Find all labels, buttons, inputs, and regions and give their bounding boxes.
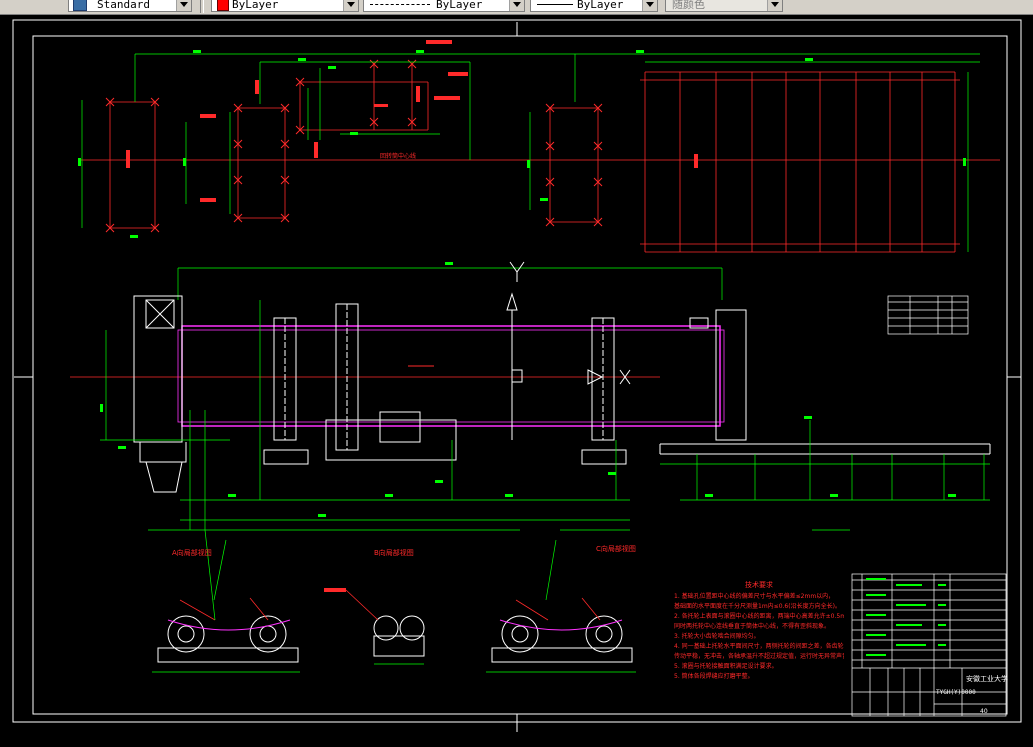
view-a-label: A向局部视图 (172, 549, 212, 557)
lineweight-value: ByLayer (577, 0, 624, 11)
toolbar-separator (200, 0, 204, 13)
chevron-down-icon[interactable] (509, 0, 524, 11)
lineweight-line-icon (537, 4, 573, 5)
view-c-label: C向局部视图 (596, 545, 636, 553)
anchor-bolt-crosses (105, 59, 603, 233)
lineweight-dropdown[interactable]: ByLayer (530, 0, 658, 12)
chevron-down-icon[interactable] (176, 0, 191, 11)
color-swatch-icon (217, 0, 229, 11)
data-table-right (887, 295, 969, 335)
linetype-dash-icon (370, 4, 430, 5)
technical-requirements: 技术要求 1. 基础孔位置距中心线的偏差尺寸与水平偏差≤2mm以内， 基础面的水… (674, 580, 844, 682)
chevron-down-icon[interactable] (642, 0, 657, 11)
view-b-label: B向局部视图 (374, 549, 414, 557)
section-label-1: 回转筒中心线 (380, 152, 416, 160)
title-block-drawing-no: TYGH(Y)0000 (936, 689, 976, 696)
sheet-inner-border (32, 35, 1008, 715)
tech-req-item: 3. 托轮大小齿轮啮合间隙均匀。 (674, 633, 760, 640)
tech-req-item: 同时两托轮中心连线垂直于筒体中心线，不得有歪斜现象。 (674, 623, 831, 630)
plot-style-dropdown[interactable]: 随颜色 (665, 0, 783, 12)
tech-req-item: 5. 筒体各段焊缝应打磨平整。 (674, 673, 754, 680)
plot-style-value: 随颜色 (672, 0, 705, 11)
title-block-sheet: 40 (980, 708, 988, 715)
chevron-down-icon[interactable] (767, 0, 782, 11)
drawing-canvas[interactable]: 回转筒中心线 A向局部视图 B向局部视图 C向局部视图 技术要求 1. 基础孔位… (0, 14, 1033, 747)
text-style-dropdown[interactable]: Standard (68, 0, 192, 12)
top-left-plan-view (80, 64, 1000, 253)
layer-color-value: ByLayer (232, 0, 279, 11)
tech-req-item: 基础面的水平面度在千分尺测量1m内≤0.6(沿长度方向全长)。 (674, 603, 841, 610)
tech-req-item: 2. 各托轮上表面与滚圈中心线的距离，两端中心高差允许±0.5mm。 (674, 613, 844, 620)
properties-toolbar: Standard ByLayer ByLayer ByLayer 随颜色 (0, 0, 1033, 15)
layer-color-dropdown[interactable]: ByLayer (211, 0, 359, 12)
text-style-icon (73, 0, 87, 11)
title-block-school: 安徽工业大学 (966, 675, 1008, 683)
cad-drawing-svg: 回转筒中心线 (12, 19, 1022, 732)
linetype-value: ByLayer (436, 0, 483, 11)
tech-req-item: 5. 滚圈与托轮接触面积满足设计要求。 (674, 663, 778, 670)
tech-req-item: 1. 基础孔位置距中心线的偏差尺寸与水平偏差≤2mm以内， (674, 593, 835, 600)
text-style-value: Standard (97, 0, 150, 11)
top-dimension-lines (81, 53, 980, 252)
chevron-down-icon[interactable] (343, 0, 358, 11)
linetype-dropdown[interactable]: ByLayer (363, 0, 525, 12)
tech-req-item: 传动平稳，无冲击，各轴承温升不超过规定值，运行时无异常声音。 (674, 653, 844, 660)
tech-req-title: 技术要求 (745, 581, 773, 589)
green-dimension-tags (78, 50, 966, 265)
main-elevation-view (70, 261, 991, 531)
tech-req-item: 4. 同一基础上托轮水平面间尺寸，两侧托轮的间距之差，各齿轮啮合 (674, 643, 844, 650)
